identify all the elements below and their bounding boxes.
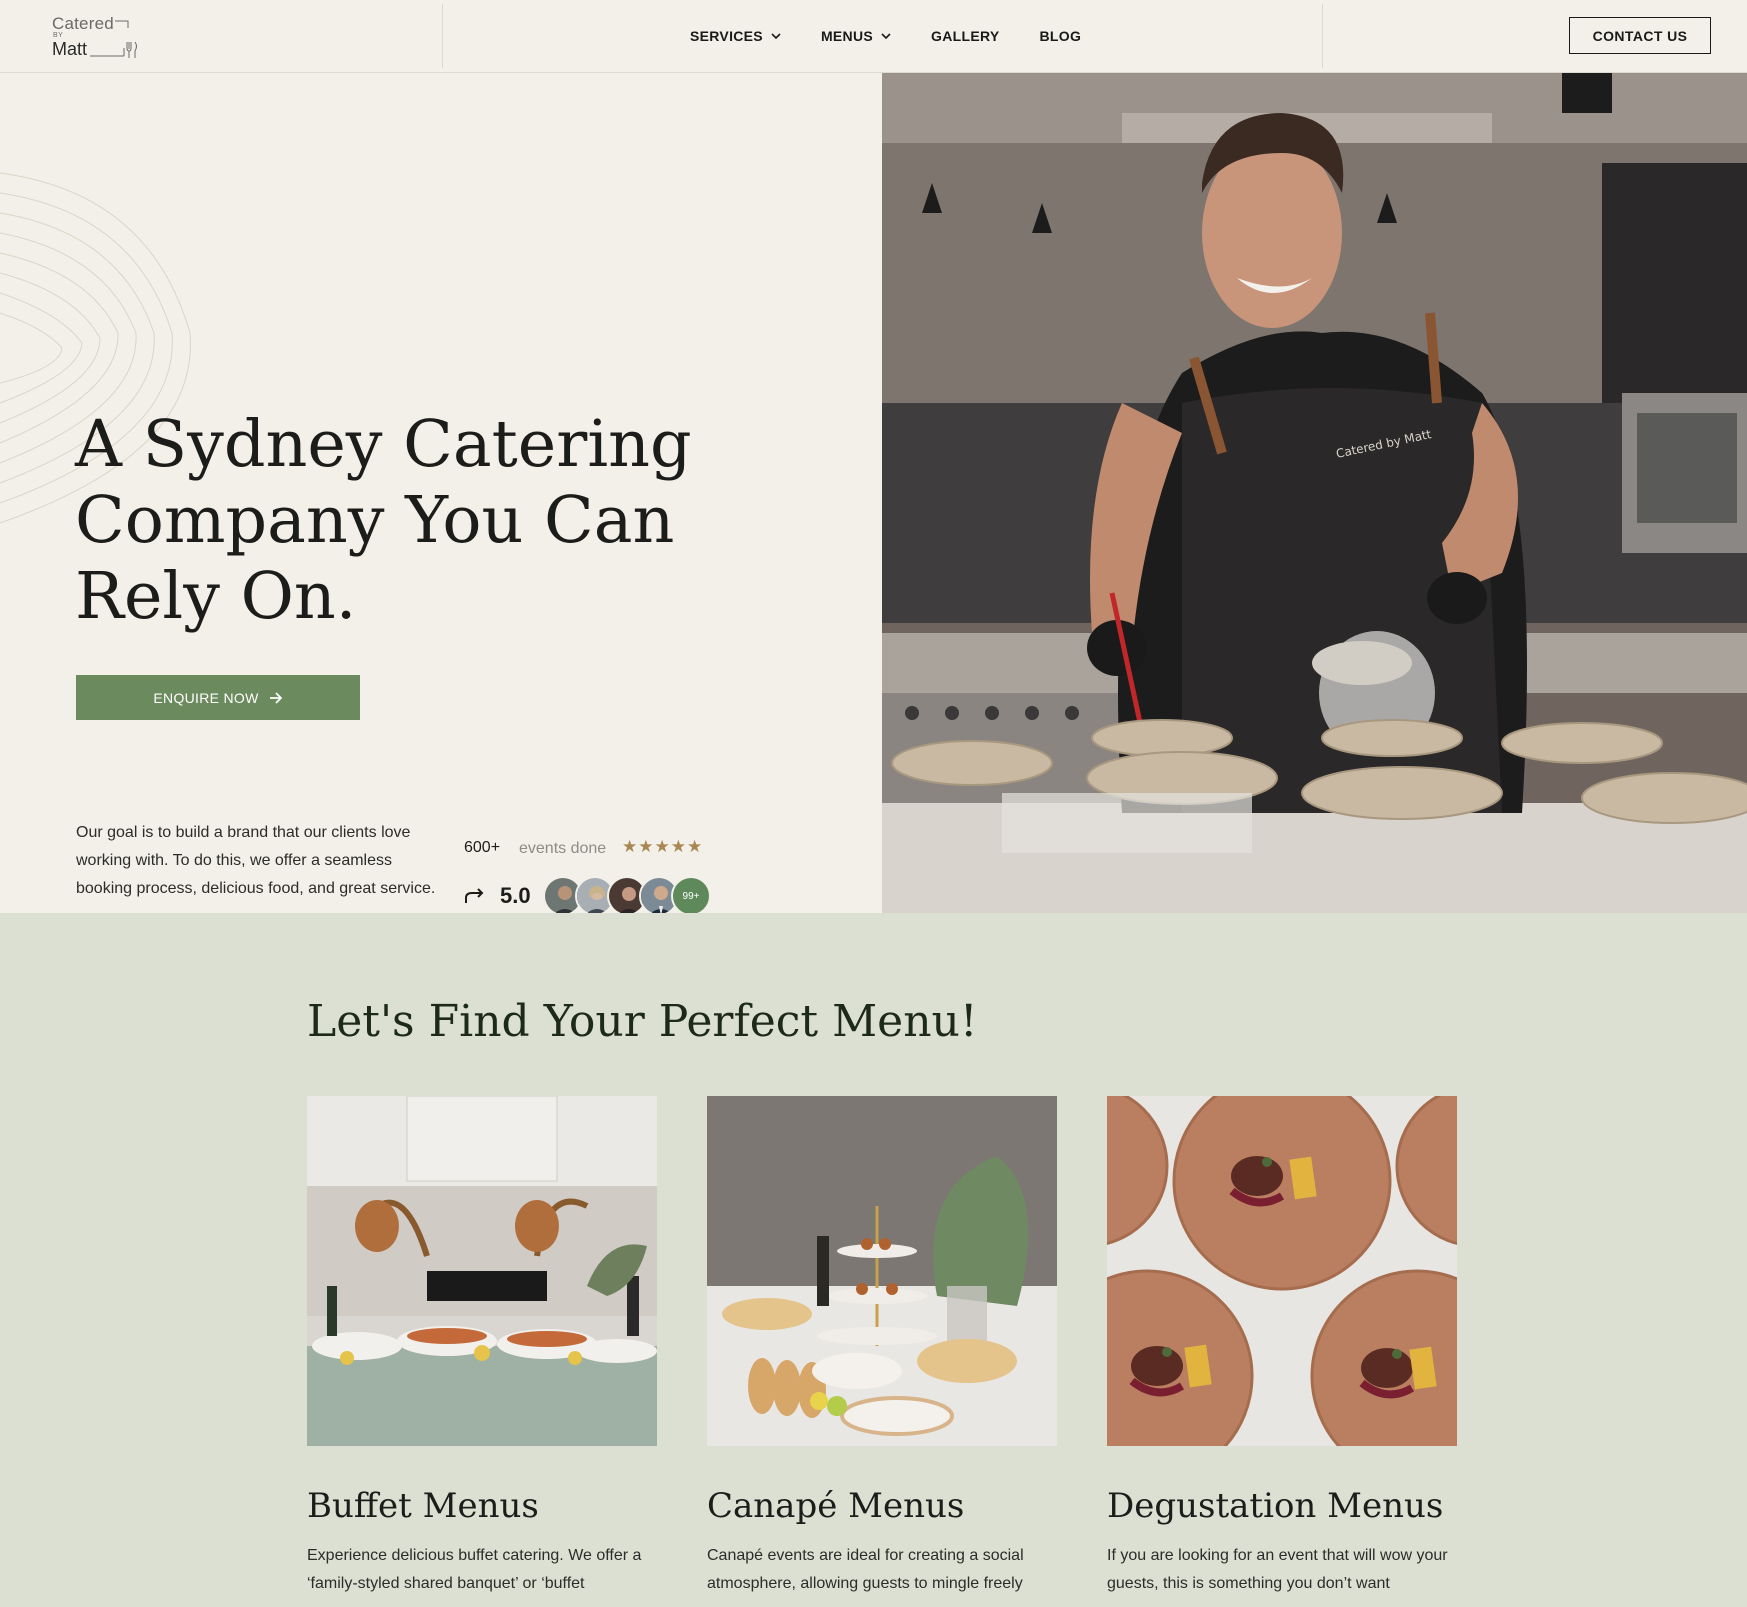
- nav-menus-label: MENUS: [820, 28, 874, 44]
- rating-value: 5.0: [500, 883, 531, 908]
- events-count: 600+: [464, 839, 501, 856]
- nav-menus[interactable]: MENUS: [821, 28, 891, 44]
- rating-stars: ★★★★★: [622, 837, 704, 856]
- canape-menu-desc: Canapé events are ideal for creating a s…: [707, 1547, 1024, 1592]
- enquire-now-label: ENQUIRE NOW: [153, 689, 259, 706]
- goal-text: Our goal is to build a brand that our cl…: [76, 824, 436, 897]
- degustation-menu-desc: If you are looking for an event that wil…: [1107, 1547, 1448, 1592]
- nav-services-label: SERVICES: [690, 28, 763, 44]
- contact-us-label: CONTACT US: [1592, 27, 1688, 44]
- chevron-down-icon: [771, 33, 781, 39]
- hero-title: A Sydney Catering Company You Can Rely O…: [75, 407, 692, 634]
- arrow-right-icon: [269, 691, 282, 704]
- nav-blog[interactable]: BLOG: [1040, 28, 1082, 44]
- utensils-icon: [90, 20, 137, 58]
- site-header: Catered BY Matt SERVICES MENUS GALLERY B…: [0, 0, 1747, 73]
- buffet-menu-title: Buffet Menus: [307, 1486, 539, 1526]
- header-divider-right: [1322, 4, 1323, 68]
- buffet-menu-desc: Experience delicious buffet catering. We…: [307, 1547, 642, 1592]
- menu-card-degustation[interactable]: Degustation Menus If you are looking for…: [1107, 1096, 1457, 1598]
- nav-gallery-label: GALLERY: [931, 28, 1000, 44]
- degustation-menu-image: [1107, 1096, 1457, 1446]
- nav-gallery[interactable]: GALLERY: [931, 28, 999, 44]
- share-arrow-icon: [465, 888, 484, 903]
- events-label: events done: [519, 840, 607, 857]
- buffet-menu-image: [307, 1096, 657, 1446]
- enquire-now-button[interactable]: ENQUIRE NOW: [76, 675, 360, 720]
- degustation-menu-title: Degustation Menus: [1107, 1486, 1444, 1526]
- nav-services[interactable]: SERVICES: [690, 28, 781, 44]
- avatars-more-badge: 99+: [671, 876, 711, 913]
- hero-chef-photo: Catered by Matt: [882, 73, 1747, 913]
- chef-kitchen-image: Catered by Matt: [882, 73, 1747, 913]
- logo[interactable]: Catered BY Matt: [52, 14, 148, 60]
- menus-title: Let's Find Your Perfect Menu!: [307, 996, 978, 1047]
- menu-card-buffet[interactable]: Buffet Menus Experience delicious buffet…: [307, 1096, 657, 1598]
- canape-menu-title: Canapé Menus: [707, 1486, 965, 1526]
- nav-blog-label: BLOG: [1039, 28, 1082, 44]
- contact-us-button[interactable]: CONTACT US: [1569, 17, 1711, 54]
- chevron-down-icon: [881, 33, 891, 39]
- menu-card-canape[interactable]: Canapé Menus Canapé events are ideal for…: [707, 1096, 1057, 1598]
- menus-section: Let's Find Your Perfect Menu! Buffet Men…: [0, 913, 1747, 1607]
- header-divider-left: [442, 4, 443, 68]
- main-nav: SERVICES MENUS GALLERY BLOG: [690, 0, 1081, 72]
- canape-menu-image: [707, 1096, 1057, 1446]
- hero-section: A Sydney Catering Company You Can Rely O…: [0, 73, 882, 913]
